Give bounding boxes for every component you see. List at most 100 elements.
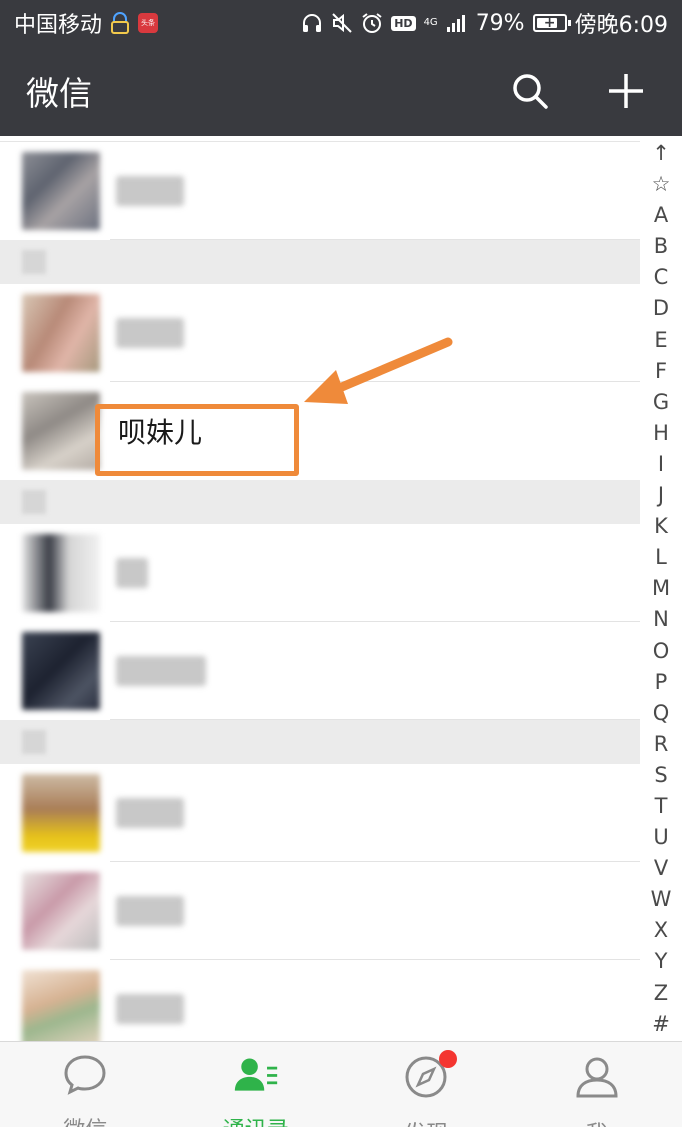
tab-discover[interactable]: 发现 [341, 1042, 512, 1127]
person-icon [574, 1054, 620, 1100]
mute-icon [331, 12, 353, 34]
network-type: 4G [423, 17, 438, 28]
index-letter[interactable]: ☆ [640, 169, 682, 200]
contact-name-blurred [116, 318, 184, 348]
index-letter[interactable]: # [640, 1009, 682, 1040]
search-icon [513, 74, 548, 109]
index-letter[interactable]: Y [640, 946, 682, 977]
headphones-icon [301, 12, 323, 34]
index-letter[interactable]: C [640, 262, 682, 293]
battery-percent: 79% [475, 10, 525, 36]
news-app-label: 头条 [141, 19, 156, 27]
tab-label: 我 [586, 1116, 608, 1127]
charging-icon: + [543, 15, 556, 31]
row-divider [110, 239, 640, 240]
index-letter[interactable]: O [640, 636, 682, 667]
contact-name-blurred [116, 798, 184, 828]
section-header [0, 720, 640, 764]
avatar [22, 392, 100, 470]
alarm-clock-icon [361, 12, 383, 34]
index-letter[interactable]: R [640, 729, 682, 760]
index-letter[interactable]: M [640, 573, 682, 604]
index-letter[interactable]: W [640, 884, 682, 915]
index-letter[interactable]: Q [640, 698, 682, 729]
avatar [22, 152, 100, 230]
tab-label: 通讯录 [223, 1112, 289, 1127]
contact-row[interactable] [0, 862, 640, 960]
index-letter[interactable]: T [640, 791, 682, 822]
vpn-lock-icon [110, 12, 130, 34]
index-letter[interactable]: L [640, 542, 682, 573]
index-letter[interactable]: D [640, 293, 682, 324]
battery-icon: + [532, 14, 571, 32]
bottom-tab-bar: 微信 通讯录 发现 我 [0, 1041, 682, 1127]
add-button[interactable] [604, 69, 648, 113]
tab-label: 微信 [63, 1112, 107, 1127]
tab-contacts[interactable]: 通讯录 [171, 1042, 342, 1127]
index-letter[interactable]: V [640, 853, 682, 884]
contacts-icon [233, 1054, 279, 1096]
index-letter[interactable]: X [640, 915, 682, 946]
chat-bubble-icon [62, 1054, 108, 1096]
index-letter[interactable]: K [640, 511, 682, 542]
section-letter-blurred [22, 250, 46, 274]
contact-name-blurred [116, 176, 184, 206]
row-divider [110, 719, 640, 720]
alphabet-index-bar[interactable]: ↑ ☆ A B C D E F G H I J K L M N O P Q R S T U V W X Y Z # [640, 138, 682, 1040]
index-letter[interactable]: ↑ [640, 138, 682, 169]
index-letter[interactable]: H [640, 418, 682, 449]
contact-name-blurred [116, 994, 184, 1024]
index-letter[interactable]: B [640, 231, 682, 262]
clock: 傍晚6:09 [574, 13, 668, 38]
contact-name-blurred [116, 656, 206, 686]
contact-row[interactable] [0, 764, 640, 862]
new-badge-dot [439, 1050, 458, 1068]
index-letter[interactable]: N [640, 604, 682, 635]
carrier-name: 中国移动 [14, 13, 103, 38]
contact-row[interactable] [0, 524, 640, 622]
contact-row-highlighted[interactable]: 呗妹儿 [0, 382, 640, 480]
contact-name-blurred [116, 558, 148, 588]
index-letter[interactable]: G [640, 387, 682, 418]
contact-row[interactable] [0, 142, 640, 240]
contact-name: 呗妹儿 [118, 416, 203, 449]
signal-strength-icon [446, 13, 468, 33]
plus-icon [609, 74, 643, 108]
index-letter[interactable]: S [640, 760, 682, 791]
index-letter[interactable]: F [640, 356, 682, 387]
index-letter[interactable]: I [640, 449, 682, 480]
tab-me[interactable]: 我 [512, 1042, 682, 1127]
section-letter-blurred [22, 490, 46, 514]
index-letter[interactable]: U [640, 822, 682, 853]
compass-icon [403, 1050, 458, 1100]
avatar [22, 774, 100, 852]
section-header [0, 240, 640, 284]
search-button[interactable] [508, 69, 552, 113]
news-app-icon: 头条 [138, 13, 159, 33]
contact-name-blurred [116, 896, 184, 926]
status-right: HD 4G 79% + 傍晚6:09 [301, 7, 668, 39]
tab-label: 发现 [404, 1116, 448, 1127]
index-letter[interactable]: Z [640, 978, 682, 1009]
status-bar: 中国移动 头条 HD 4G 79% + 傍晚6:09 [0, 0, 682, 46]
contact-row[interactable] [0, 284, 640, 382]
index-letter[interactable]: J [640, 480, 682, 511]
section-header [0, 480, 640, 524]
contact-row[interactable] [0, 622, 640, 720]
tab-chats[interactable]: 微信 [0, 1042, 171, 1127]
avatar [22, 632, 100, 710]
index-letter[interactable]: E [640, 325, 682, 356]
avatar [22, 534, 100, 612]
section-letter-blurred [22, 730, 46, 754]
contact-list[interactable]: 呗妹儿 [0, 136, 640, 1058]
header-actions [508, 69, 656, 113]
index-letter[interactable]: A [640, 200, 682, 231]
avatar [22, 970, 100, 1048]
app-header: 微信 [0, 46, 682, 136]
page-title: 微信 [26, 74, 92, 113]
avatar [22, 294, 100, 372]
status-left: 中国移动 头条 [14, 7, 159, 39]
avatar [22, 872, 100, 950]
hd-call-icon: HD [391, 15, 416, 31]
index-letter[interactable]: P [640, 667, 682, 698]
